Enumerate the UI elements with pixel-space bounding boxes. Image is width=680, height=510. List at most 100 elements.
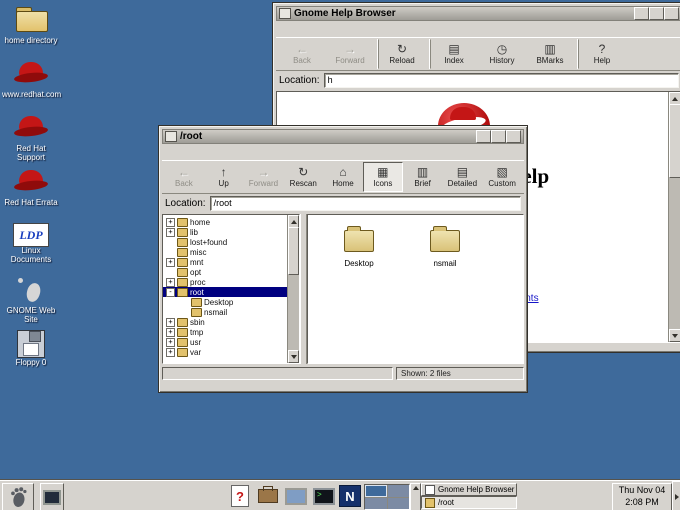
- workspace-2[interactable]: [388, 485, 410, 497]
- tasklist-handle[interactable]: [410, 483, 421, 510]
- tree-row-opt[interactable]: opt: [163, 267, 299, 277]
- tree-row-nsmail[interactable]: nsmail: [163, 307, 299, 317]
- menu-item-help[interactable]: [232, 151, 246, 154]
- desk-guide-pager[interactable]: [364, 484, 410, 510]
- expand-toggle[interactable]: +: [166, 278, 175, 287]
- workspace-1[interactable]: [365, 485, 387, 497]
- toolbar-button-icons[interactable]: ▦ Icons: [363, 162, 403, 192]
- task-button-gnome-help-browser[interactable]: Gnome Help Browser: [421, 483, 517, 496]
- window-button-minimize[interactable]: [476, 130, 491, 143]
- tree-row-lost-found[interactable]: lost+found: [163, 237, 299, 247]
- expand-toggle[interactable]: +: [166, 328, 175, 337]
- file-manager-titlebar[interactable]: /root: [162, 129, 524, 144]
- desktop-icon-linux-documents[interactable]: LDP Linux Documents: [2, 220, 60, 274]
- window-button-close[interactable]: [664, 7, 679, 20]
- help-scrollbar[interactable]: [668, 92, 680, 342]
- workspace-4[interactable]: [388, 498, 410, 510]
- menu-item-window[interactable]: [290, 28, 304, 31]
- toolbar-button-index[interactable]: ▤ Index: [430, 39, 478, 69]
- desktop-icon-label: www.redhat.com: [2, 90, 60, 99]
- expand-toggle[interactable]: +: [166, 228, 175, 237]
- launcher-settings[interactable]: [284, 483, 308, 509]
- expand-toggle[interactable]: +: [166, 258, 175, 267]
- toolbar-button-rescan[interactable]: ↻ Rescan: [283, 162, 323, 192]
- panel-hide-button[interactable]: [672, 481, 680, 510]
- launcher-netscape[interactable]: N: [338, 483, 362, 509]
- tree-row-lib[interactable]: + lib: [163, 227, 299, 237]
- toolbar-button-reload[interactable]: ↻ Reload: [378, 39, 426, 69]
- launcher-help[interactable]: ?: [228, 483, 252, 509]
- help-window-titlebar[interactable]: Gnome Help Browser: [276, 6, 680, 21]
- expand-toggle[interactable]: +: [166, 218, 175, 227]
- file-item-desktop[interactable]: Desktop: [330, 225, 388, 268]
- desktop-icon-red-hat-errata[interactable]: Red Hat Errata: [2, 166, 60, 220]
- directory-name: home: [190, 218, 210, 227]
- menu-item-file[interactable]: [276, 28, 290, 31]
- menu-item-layout[interactable]: [204, 151, 218, 154]
- scroll-down-button[interactable]: [288, 350, 299, 363]
- scroll-down-button[interactable]: [669, 329, 680, 342]
- toolbar-button-up[interactable]: ↑ Up: [204, 162, 244, 192]
- menu-item-settings[interactable]: [304, 28, 318, 31]
- tree-row-root[interactable]: - root: [163, 287, 299, 297]
- menu-item-edit[interactable]: [176, 151, 190, 154]
- tree-row-misc[interactable]: misc: [163, 247, 299, 257]
- window-button-maximize[interactable]: [491, 130, 506, 143]
- toolbar-label: Detailed: [448, 179, 477, 188]
- tree-row-var[interactable]: + var: [163, 347, 299, 357]
- location-input[interactable]: h: [324, 73, 679, 88]
- toolbar-button-back[interactable]: ← Back: [164, 162, 204, 192]
- window-button-minimize[interactable]: [634, 7, 649, 20]
- launcher-toolbox[interactable]: [256, 483, 280, 509]
- toolbar-button-help[interactable]: ? Help: [578, 39, 626, 69]
- toolbar-button-back[interactable]: ← Back: [278, 39, 326, 69]
- expand-toggle[interactable]: +: [166, 318, 175, 327]
- toolbar-button-brief[interactable]: ▥ Brief: [403, 162, 443, 192]
- clock-applet: Thu Nov 04 2:08 PM: [612, 483, 672, 510]
- launcher-terminal[interactable]: >: [312, 483, 336, 509]
- tree-row-proc[interactable]: + proc: [163, 277, 299, 287]
- screen-applet[interactable]: [40, 483, 64, 510]
- tree-row-sbin[interactable]: + sbin: [163, 317, 299, 327]
- tree-row-home[interactable]: + home: [163, 217, 299, 227]
- directory-name: root: [190, 288, 204, 297]
- tree-row-mnt[interactable]: + mnt: [163, 257, 299, 267]
- menu-item-file[interactable]: [162, 151, 176, 154]
- desktop-icon-red-hat-support[interactable]: Red Hat Support: [2, 112, 60, 166]
- task-button-root-folder[interactable]: /root: [421, 496, 517, 509]
- toolbar-button-history[interactable]: ◷ History: [478, 39, 526, 69]
- desktop-icon-image: [11, 112, 51, 142]
- tree-row-tmp[interactable]: + tmp: [163, 327, 299, 337]
- toolbar-button-detailed[interactable]: ▤ Detailed: [442, 162, 482, 192]
- scrollbar-thumb[interactable]: [669, 104, 680, 178]
- expand-toggle[interactable]: +: [166, 338, 175, 347]
- toolbar-button-bmarks[interactable]: ▥ BMarks: [526, 39, 574, 69]
- desktop-icon-home-directory[interactable]: home directory: [2, 4, 60, 58]
- folder-icon: [177, 348, 188, 357]
- toolbar-button-home[interactable]: ⌂ Home: [323, 162, 363, 192]
- tree-row-usr[interactable]: + usr: [163, 337, 299, 347]
- file-item-nsmail[interactable]: nsmail: [416, 225, 474, 268]
- window-button-close[interactable]: [506, 130, 521, 143]
- tree-scrollbar[interactable]: [287, 215, 299, 363]
- desktop-icon-www-redhat-com[interactable]: www.redhat.com: [2, 58, 60, 112]
- folder-icon: [177, 228, 188, 237]
- menu-item-settings[interactable]: [190, 151, 204, 154]
- desktop-icon-gnome-web-site[interactable]: GNOME Web Site: [2, 274, 60, 328]
- main-menu-button[interactable]: [2, 483, 34, 510]
- desktop-icon-floppy-0[interactable]: Floppy 0: [2, 328, 60, 382]
- toolbar-button-forward[interactable]: → Forward: [326, 39, 374, 69]
- menu-item-help[interactable]: [318, 28, 332, 31]
- home-icon: ⌂: [339, 166, 346, 179]
- panel-splitter[interactable]: [300, 214, 307, 364]
- tree-row-desktop[interactable]: Desktop: [163, 297, 299, 307]
- expand-toggle[interactable]: +: [166, 348, 175, 357]
- location-input[interactable]: /root: [210, 196, 521, 211]
- toolbar-button-custom[interactable]: ▧ Custom: [482, 162, 522, 192]
- menu-item-commands[interactable]: [218, 151, 232, 154]
- window-button-maximize[interactable]: [649, 7, 664, 20]
- toolbar-button-forward[interactable]: → Forward: [244, 162, 284, 192]
- scrollbar-thumb[interactable]: [288, 227, 299, 275]
- workspace-3[interactable]: [365, 498, 387, 510]
- expand-toggle[interactable]: -: [166, 288, 175, 297]
